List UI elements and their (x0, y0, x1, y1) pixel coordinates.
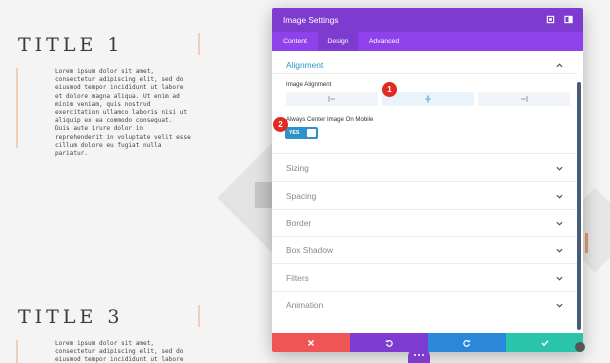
title-3: TITLE 3 (18, 306, 124, 328)
checkmark-icon (540, 339, 549, 346)
modal-title: Image Settings (283, 15, 339, 25)
title-1-accent (198, 33, 200, 55)
section-border-header[interactable]: Border (286, 218, 311, 228)
tab-content[interactable]: Content (272, 32, 318, 51)
more-options-button[interactable] (408, 346, 430, 363)
section-divider (272, 73, 577, 74)
section-filters-header[interactable]: Filters (286, 273, 309, 283)
resize-handle[interactable] (575, 342, 585, 352)
chevron-down-icon[interactable] (556, 275, 563, 282)
title-3-accent (198, 305, 200, 327)
align-center-button[interactable] (382, 92, 474, 106)
image-alignment-label: Image Alignment (286, 81, 332, 88)
align-right-button[interactable] (478, 92, 570, 106)
section-alignment-header[interactable]: Alignment (286, 60, 323, 70)
close-icon (307, 339, 315, 346)
image-photo (255, 182, 272, 208)
save-button[interactable] (506, 333, 583, 352)
sidebar-toggle-icon[interactable] (564, 15, 573, 24)
body-text-1: Lorem ipsum dolor sit amet, consectetur … (55, 68, 191, 158)
section-divider (272, 153, 577, 154)
chevron-down-icon[interactable] (556, 193, 563, 200)
center-on-mobile-toggle[interactable]: YES (285, 127, 318, 139)
section-animation-header[interactable]: Animation (286, 300, 323, 310)
image-settings-modal: Image Settings Content Design Advanced A… (272, 8, 583, 352)
center-align-icon (425, 95, 431, 103)
section-divider (272, 209, 577, 210)
text-1-accent (16, 68, 18, 148)
section-box-shadow-header[interactable]: Box Shadow (286, 245, 333, 255)
text-3-accent (16, 340, 18, 363)
step-marker-2: 2 (273, 117, 288, 132)
section-divider (272, 263, 577, 264)
tab-design[interactable]: Design (318, 32, 358, 51)
section-divider (272, 291, 577, 292)
toggle-knob (307, 129, 316, 137)
title-1: TITLE 1 (18, 34, 124, 56)
section-sizing-header[interactable]: Sizing (286, 163, 309, 173)
step-marker-1: 1 (382, 82, 397, 97)
image-accent-line (585, 233, 588, 253)
chevron-down-icon[interactable] (556, 220, 563, 227)
right-align-icon (521, 96, 528, 102)
center-on-mobile-label: Always Center Image On Mobile (286, 116, 374, 123)
section-divider (272, 181, 577, 182)
chevron-down-icon[interactable] (556, 302, 563, 309)
body-text-3: Lorem ipsum dolor sit amet, consectetur … (55, 340, 184, 363)
scrollbar[interactable] (577, 82, 581, 330)
chevron-down-icon[interactable] (556, 247, 563, 254)
toggle-value: YES (289, 130, 300, 136)
left-align-icon (328, 96, 335, 102)
tab-advanced[interactable]: Advanced (358, 32, 410, 51)
cancel-button[interactable] (272, 333, 350, 352)
chevron-up-icon[interactable] (556, 62, 563, 69)
redo-icon (463, 339, 471, 347)
modal-header: Image Settings (272, 8, 583, 32)
undo-icon (385, 339, 393, 347)
section-divider (272, 236, 577, 237)
modal-content: Alignment Image Alignment Always Center … (272, 51, 583, 333)
chevron-down-icon[interactable] (556, 165, 563, 172)
align-left-button[interactable] (286, 92, 378, 106)
redo-button[interactable] (428, 333, 506, 352)
modal-tabs: Content Design Advanced (272, 32, 583, 51)
section-spacing-header[interactable]: Spacing (286, 191, 316, 201)
expand-icon[interactable] (546, 15, 555, 24)
